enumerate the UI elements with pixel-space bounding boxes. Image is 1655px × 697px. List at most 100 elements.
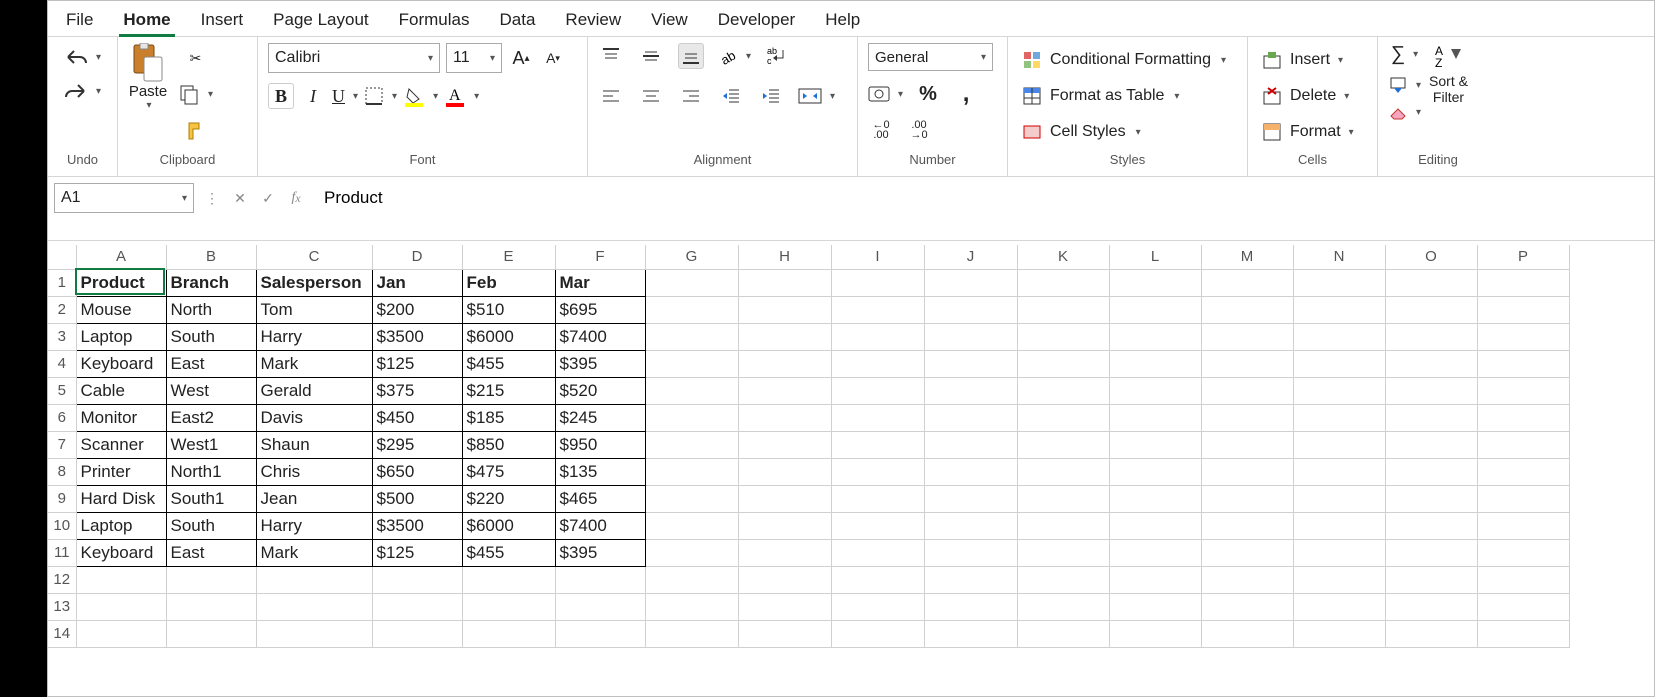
increase-decimal-button[interactable]: ←0.00: [868, 117, 894, 143]
cell[interactable]: Jean: [256, 485, 372, 512]
cell[interactable]: [1201, 296, 1293, 323]
cell[interactable]: [738, 323, 831, 350]
cell[interactable]: [462, 566, 555, 593]
cell[interactable]: North1: [166, 458, 256, 485]
cell[interactable]: East: [166, 350, 256, 377]
insert-function-button[interactable]: fx: [284, 186, 308, 210]
row-header[interactable]: 3: [48, 323, 76, 350]
tab-page-layout[interactable]: Page Layout: [269, 4, 372, 36]
cell[interactable]: [1385, 485, 1477, 512]
cell[interactable]: [1293, 323, 1385, 350]
cell[interactable]: [924, 323, 1017, 350]
cell[interactable]: [1293, 431, 1385, 458]
cell[interactable]: Feb: [462, 269, 555, 296]
cell[interactable]: [1385, 620, 1477, 647]
column-header[interactable]: F: [555, 245, 645, 269]
cell[interactable]: [1201, 458, 1293, 485]
wrap-text-button[interactable]: abc: [765, 43, 791, 69]
cell[interactable]: [1201, 377, 1293, 404]
cell[interactable]: [924, 269, 1017, 296]
cell[interactable]: [1477, 404, 1569, 431]
cell[interactable]: [738, 458, 831, 485]
cell[interactable]: [76, 566, 166, 593]
align-center-button[interactable]: [638, 83, 664, 109]
cell[interactable]: [555, 620, 645, 647]
cell[interactable]: South1: [166, 485, 256, 512]
cell[interactable]: [831, 377, 924, 404]
row-header[interactable]: 11: [48, 539, 76, 566]
cell[interactable]: [831, 593, 924, 620]
cell[interactable]: [1201, 539, 1293, 566]
row-header[interactable]: 4: [48, 350, 76, 377]
cell[interactable]: [1017, 404, 1109, 431]
cell[interactable]: [924, 593, 1017, 620]
select-all-corner[interactable]: [48, 245, 76, 269]
column-header[interactable]: C: [256, 245, 372, 269]
row-header[interactable]: 2: [48, 296, 76, 323]
cell[interactable]: [1109, 431, 1201, 458]
cell[interactable]: [1293, 539, 1385, 566]
cut-button[interactable]: ✂: [183, 45, 209, 71]
cell[interactable]: $125: [372, 539, 462, 566]
cell[interactable]: [924, 350, 1017, 377]
cell[interactable]: North: [166, 296, 256, 323]
cell[interactable]: Jan: [372, 269, 462, 296]
row-header[interactable]: 5: [48, 377, 76, 404]
cell[interactable]: [1477, 377, 1569, 404]
increase-indent-button[interactable]: [758, 83, 784, 109]
cell[interactable]: [1201, 350, 1293, 377]
cell[interactable]: [924, 566, 1017, 593]
cell[interactable]: [1017, 458, 1109, 485]
column-header[interactable]: B: [166, 245, 256, 269]
cell[interactable]: Keyboard: [76, 350, 166, 377]
cell[interactable]: [645, 350, 738, 377]
tab-developer[interactable]: Developer: [714, 4, 800, 36]
cell[interactable]: West1: [166, 431, 256, 458]
cell[interactable]: [1017, 593, 1109, 620]
cell[interactable]: Tom: [256, 296, 372, 323]
row-header[interactable]: 13: [48, 593, 76, 620]
cell[interactable]: [1385, 593, 1477, 620]
cell[interactable]: [645, 485, 738, 512]
tab-view[interactable]: View: [647, 4, 692, 36]
cell[interactable]: [166, 620, 256, 647]
cell[interactable]: [1293, 377, 1385, 404]
cell[interactable]: [924, 431, 1017, 458]
cell[interactable]: Mouse: [76, 296, 166, 323]
cell[interactable]: [462, 620, 555, 647]
cell[interactable]: [372, 620, 462, 647]
cell[interactable]: $510: [462, 296, 555, 323]
font-size-combo[interactable]: 11▾: [446, 43, 502, 73]
format-painter-button[interactable]: [183, 117, 209, 143]
cell[interactable]: [256, 566, 372, 593]
cell[interactable]: [1017, 377, 1109, 404]
cell[interactable]: [1109, 485, 1201, 512]
cell[interactable]: [256, 593, 372, 620]
cell[interactable]: [738, 296, 831, 323]
cell[interactable]: [1385, 539, 1477, 566]
cell[interactable]: [738, 269, 831, 296]
cell[interactable]: [1109, 620, 1201, 647]
column-header[interactable]: J: [924, 245, 1017, 269]
cell[interactable]: [645, 404, 738, 431]
cell[interactable]: [738, 512, 831, 539]
cell[interactable]: [738, 593, 831, 620]
cell[interactable]: [166, 593, 256, 620]
cell[interactable]: South: [166, 323, 256, 350]
cell[interactable]: Chris: [256, 458, 372, 485]
cell[interactable]: $220: [462, 485, 555, 512]
cell[interactable]: [1201, 404, 1293, 431]
cell[interactable]: Laptop: [76, 323, 166, 350]
cell[interactable]: [1017, 539, 1109, 566]
cell[interactable]: [372, 593, 462, 620]
font-color-button[interactable]: A ▾: [444, 85, 479, 107]
cell[interactable]: [645, 512, 738, 539]
comma-style-button[interactable]: ,: [953, 81, 979, 107]
borders-button[interactable]: ▾: [364, 86, 397, 106]
cell[interactable]: [1385, 458, 1477, 485]
cell[interactable]: $450: [372, 404, 462, 431]
cell[interactable]: [1293, 566, 1385, 593]
sort-filter-button[interactable]: AZ Sort & Filter: [1429, 43, 1468, 120]
cell[interactable]: [462, 593, 555, 620]
cell[interactable]: [831, 296, 924, 323]
